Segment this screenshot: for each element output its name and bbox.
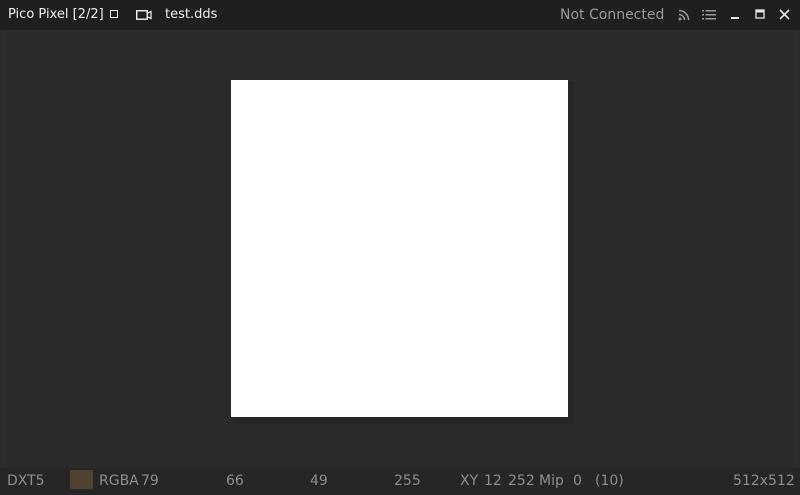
y-coordinate: 252 <box>508 473 535 489</box>
square-icon[interactable] <box>110 10 118 18</box>
title-bar[interactable]: Pico Pixel [2/2] test.dds Not Connected <box>0 0 800 30</box>
mip-count: (10) <box>595 473 624 489</box>
close-icon[interactable] <box>779 9 790 20</box>
maximize-icon[interactable] <box>755 9 765 19</box>
texture-format: DXT5 <box>7 473 45 489</box>
red-value: 79 <box>141 473 159 489</box>
mip-level: 0 <box>573 473 582 489</box>
xy-label: XY <box>460 473 479 489</box>
x-coordinate: 12 <box>484 473 502 489</box>
app-window: Pico Pixel [2/2] test.dds Not Connected <box>0 0 800 495</box>
minimize-icon[interactable] <box>730 10 740 20</box>
image-canvas[interactable] <box>7 30 793 468</box>
camera-icon[interactable] <box>136 9 152 21</box>
blue-value: 49 <box>310 473 328 489</box>
app-title: Pico Pixel [2/2] <box>8 7 104 22</box>
pixel-color-swatch <box>70 470 93 489</box>
rss-icon[interactable] <box>678 9 690 21</box>
list-icon[interactable] <box>702 10 716 20</box>
image-dimensions: 512x512 <box>733 473 795 489</box>
status-bar: DXT5 RGBA 79 66 49 255 XY 12 252 Mip 0 (… <box>0 468 800 495</box>
mip-label: Mip <box>539 473 564 489</box>
alpha-value: 255 <box>394 473 421 489</box>
texture-image[interactable] <box>231 80 568 417</box>
channel-label: RGBA <box>99 473 139 489</box>
file-name: test.dds <box>165 7 218 22</box>
connection-status: Not Connected <box>560 7 665 23</box>
green-value: 66 <box>226 473 244 489</box>
